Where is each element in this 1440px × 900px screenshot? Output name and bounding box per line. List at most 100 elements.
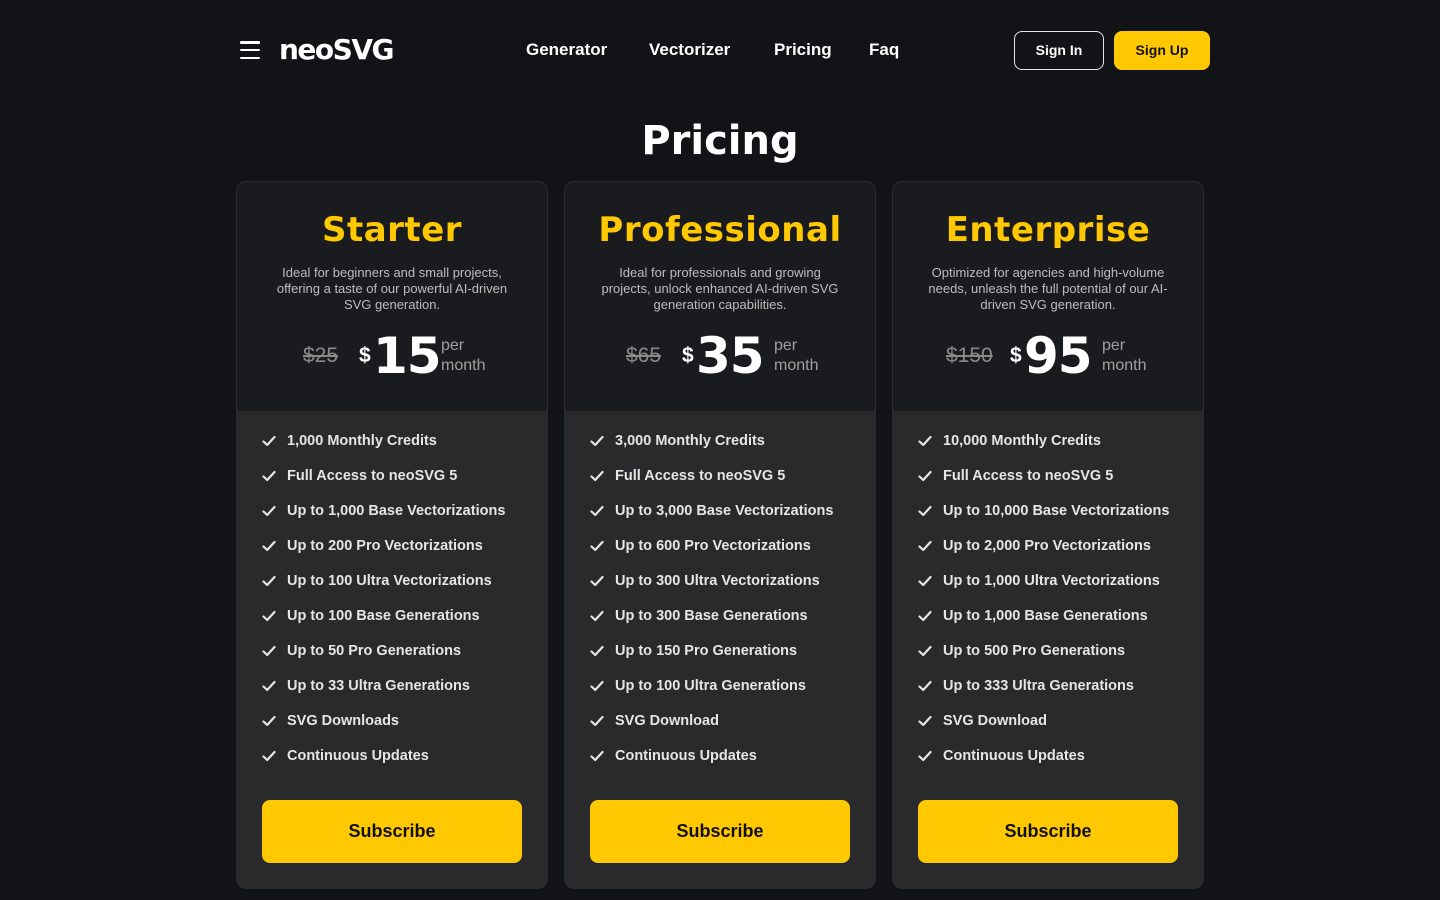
nav-link-faq[interactable]: Faq: [869, 38, 899, 62]
feature-label: Up to 1,000 Base Generations: [943, 608, 1148, 624]
feature-label: Up to 10,000 Base Vectorizations: [943, 503, 1170, 519]
price-row: $150 $95 per month: [893, 328, 1203, 384]
feature-item: Continuous Updates: [918, 748, 1189, 765]
feature-label: Up to 100 Ultra Generations: [615, 678, 806, 694]
check-icon: [262, 574, 276, 588]
check-icon: [918, 679, 932, 693]
check-icon: [262, 434, 276, 448]
feature-label: Full Access to neoSVG 5: [287, 468, 458, 484]
check-icon: [918, 539, 932, 553]
subscribe-button[interactable]: Subscribe: [590, 800, 850, 863]
check-icon: [590, 609, 604, 623]
check-icon: [590, 504, 604, 518]
feature-label: Up to 2,000 Pro Vectorizations: [943, 538, 1151, 554]
feature-item: SVG Downloads: [262, 713, 533, 730]
price-row: $25 $15 per month: [237, 328, 547, 384]
feature-label: Continuous Updates: [287, 748, 429, 764]
feature-item: SVG Download: [918, 713, 1189, 730]
feature-item: Up to 33 Ultra Generations: [262, 678, 533, 695]
feature-item: Up to 100 Ultra Generations: [590, 678, 861, 695]
plan-features-panel: 1,000 Monthly Credits Full Access to neoS…: [237, 411, 547, 888]
feature-label: Up to 1,000 Base Vectorizations: [287, 503, 506, 519]
check-icon: [262, 539, 276, 553]
feature-item: Continuous Updates: [262, 748, 533, 765]
feature-label: Up to 33 Ultra Generations: [287, 678, 470, 694]
check-icon: [262, 644, 276, 658]
old-price: $150: [946, 344, 993, 367]
subscribe-button[interactable]: Subscribe: [262, 800, 522, 863]
plan-name: Professional: [598, 210, 842, 250]
price-period: per month: [441, 337, 486, 374]
plan-card-enterprise: Enterprise Optimized for agencies and hig…: [892, 181, 1204, 889]
currency-symbol: $: [682, 344, 694, 367]
currency-symbol: $: [359, 344, 371, 367]
check-icon: [262, 469, 276, 483]
plan-card-starter: Starter Ideal for beginners and small pro…: [236, 181, 548, 889]
check-icon: [918, 469, 932, 483]
sign-up-button[interactable]: Sign Up: [1114, 31, 1210, 70]
feature-item: Up to 500 Pro Generations: [918, 643, 1189, 660]
check-icon: [918, 644, 932, 658]
price-amount: 15: [373, 327, 442, 385]
feature-label: Continuous Updates: [943, 748, 1085, 764]
check-icon: [590, 574, 604, 588]
check-icon: [918, 609, 932, 623]
feature-label: Up to 150 Pro Generations: [615, 643, 798, 659]
check-icon: [262, 504, 276, 518]
plan-header: Enterprise Optimized for agencies and hig…: [893, 182, 1203, 411]
feature-label: Up to 1,000 Ultra Vectorizations: [943, 573, 1160, 589]
feature-item: Up to 3,000 Base Vectorizations: [590, 503, 861, 520]
feature-item: Full Access to neoSVG 5: [262, 468, 533, 485]
feature-label: Up to 300 Ultra Vectorizations: [615, 573, 820, 589]
old-price: $25: [303, 344, 339, 367]
check-icon: [262, 714, 276, 728]
feature-list: 1,000 Monthly Credits Full Access to neoS…: [262, 433, 533, 783]
price-row: $65 $35 per month: [565, 328, 875, 384]
feature-label: Up to 200 Pro Vectorizations: [287, 538, 483, 554]
plan-description: Ideal for beginners and small projects, …: [276, 265, 508, 312]
feature-item: Up to 1,000 Base Generations: [918, 608, 1189, 625]
check-icon: [590, 469, 604, 483]
feature-label: Up to 600 Pro Vectorizations: [615, 538, 811, 554]
plan-name: Starter: [321, 210, 463, 250]
main-nav: Generator Vectorizer Pricing Faq: [0, 38, 1440, 62]
feature-item: 3,000 Monthly Credits: [590, 433, 861, 450]
price-period: per month: [774, 337, 819, 374]
feature-label: Up to 500 Pro Generations: [943, 643, 1126, 659]
feature-item: 10,000 Monthly Credits: [918, 433, 1189, 450]
sign-in-button[interactable]: Sign In: [1014, 31, 1104, 70]
feature-list: 10,000 Monthly Credits Full Access to neo…: [918, 433, 1189, 783]
check-icon: [918, 749, 932, 763]
check-icon: [918, 574, 932, 588]
check-icon: [590, 714, 604, 728]
feature-item: Up to 10,000 Base Vectorizations: [918, 503, 1189, 520]
check-icon: [590, 679, 604, 693]
nav-link-pricing[interactable]: Pricing: [774, 38, 832, 62]
nav-link-vectorizer[interactable]: Vectorizer: [649, 38, 730, 62]
feature-label: Up to 300 Base Generations: [615, 608, 808, 624]
price-amount: 35: [696, 327, 765, 385]
feature-label: Up to 333 Ultra Generations: [943, 678, 1134, 694]
plan-name: Enterprise: [945, 210, 1151, 250]
feature-label: Up to 50 Pro Generations: [287, 643, 462, 659]
price-period: per month: [1102, 337, 1147, 374]
feature-item: Full Access to neoSVG 5: [590, 468, 861, 485]
nav-link-generator[interactable]: Generator: [526, 38, 607, 62]
plan-features-panel: 10,000 Monthly Credits Full Access to neo…: [893, 411, 1203, 888]
check-icon: [262, 609, 276, 623]
feature-label: Up to 3,000 Base Vectorizations: [615, 503, 834, 519]
check-icon: [918, 714, 932, 728]
feature-item: Up to 333 Ultra Generations: [918, 678, 1189, 695]
feature-item: Up to 150 Pro Generations: [590, 643, 861, 660]
feature-label: Continuous Updates: [615, 748, 757, 764]
price-amount: 95: [1024, 327, 1093, 385]
plan-features-panel: 3,000 Monthly Credits Full Access to neoS…: [565, 411, 875, 888]
plan-card-professional: Professional Ideal for professionals and …: [564, 181, 876, 889]
feature-item: Up to 300 Ultra Vectorizations: [590, 573, 861, 590]
feature-label: SVG Download: [943, 713, 1047, 729]
feature-item: Up to 200 Pro Vectorizations: [262, 538, 533, 555]
subscribe-button[interactable]: Subscribe: [918, 800, 1178, 863]
feature-item: 1,000 Monthly Credits: [262, 433, 533, 450]
check-icon: [262, 679, 276, 693]
feature-item: Up to 50 Pro Generations: [262, 643, 533, 660]
